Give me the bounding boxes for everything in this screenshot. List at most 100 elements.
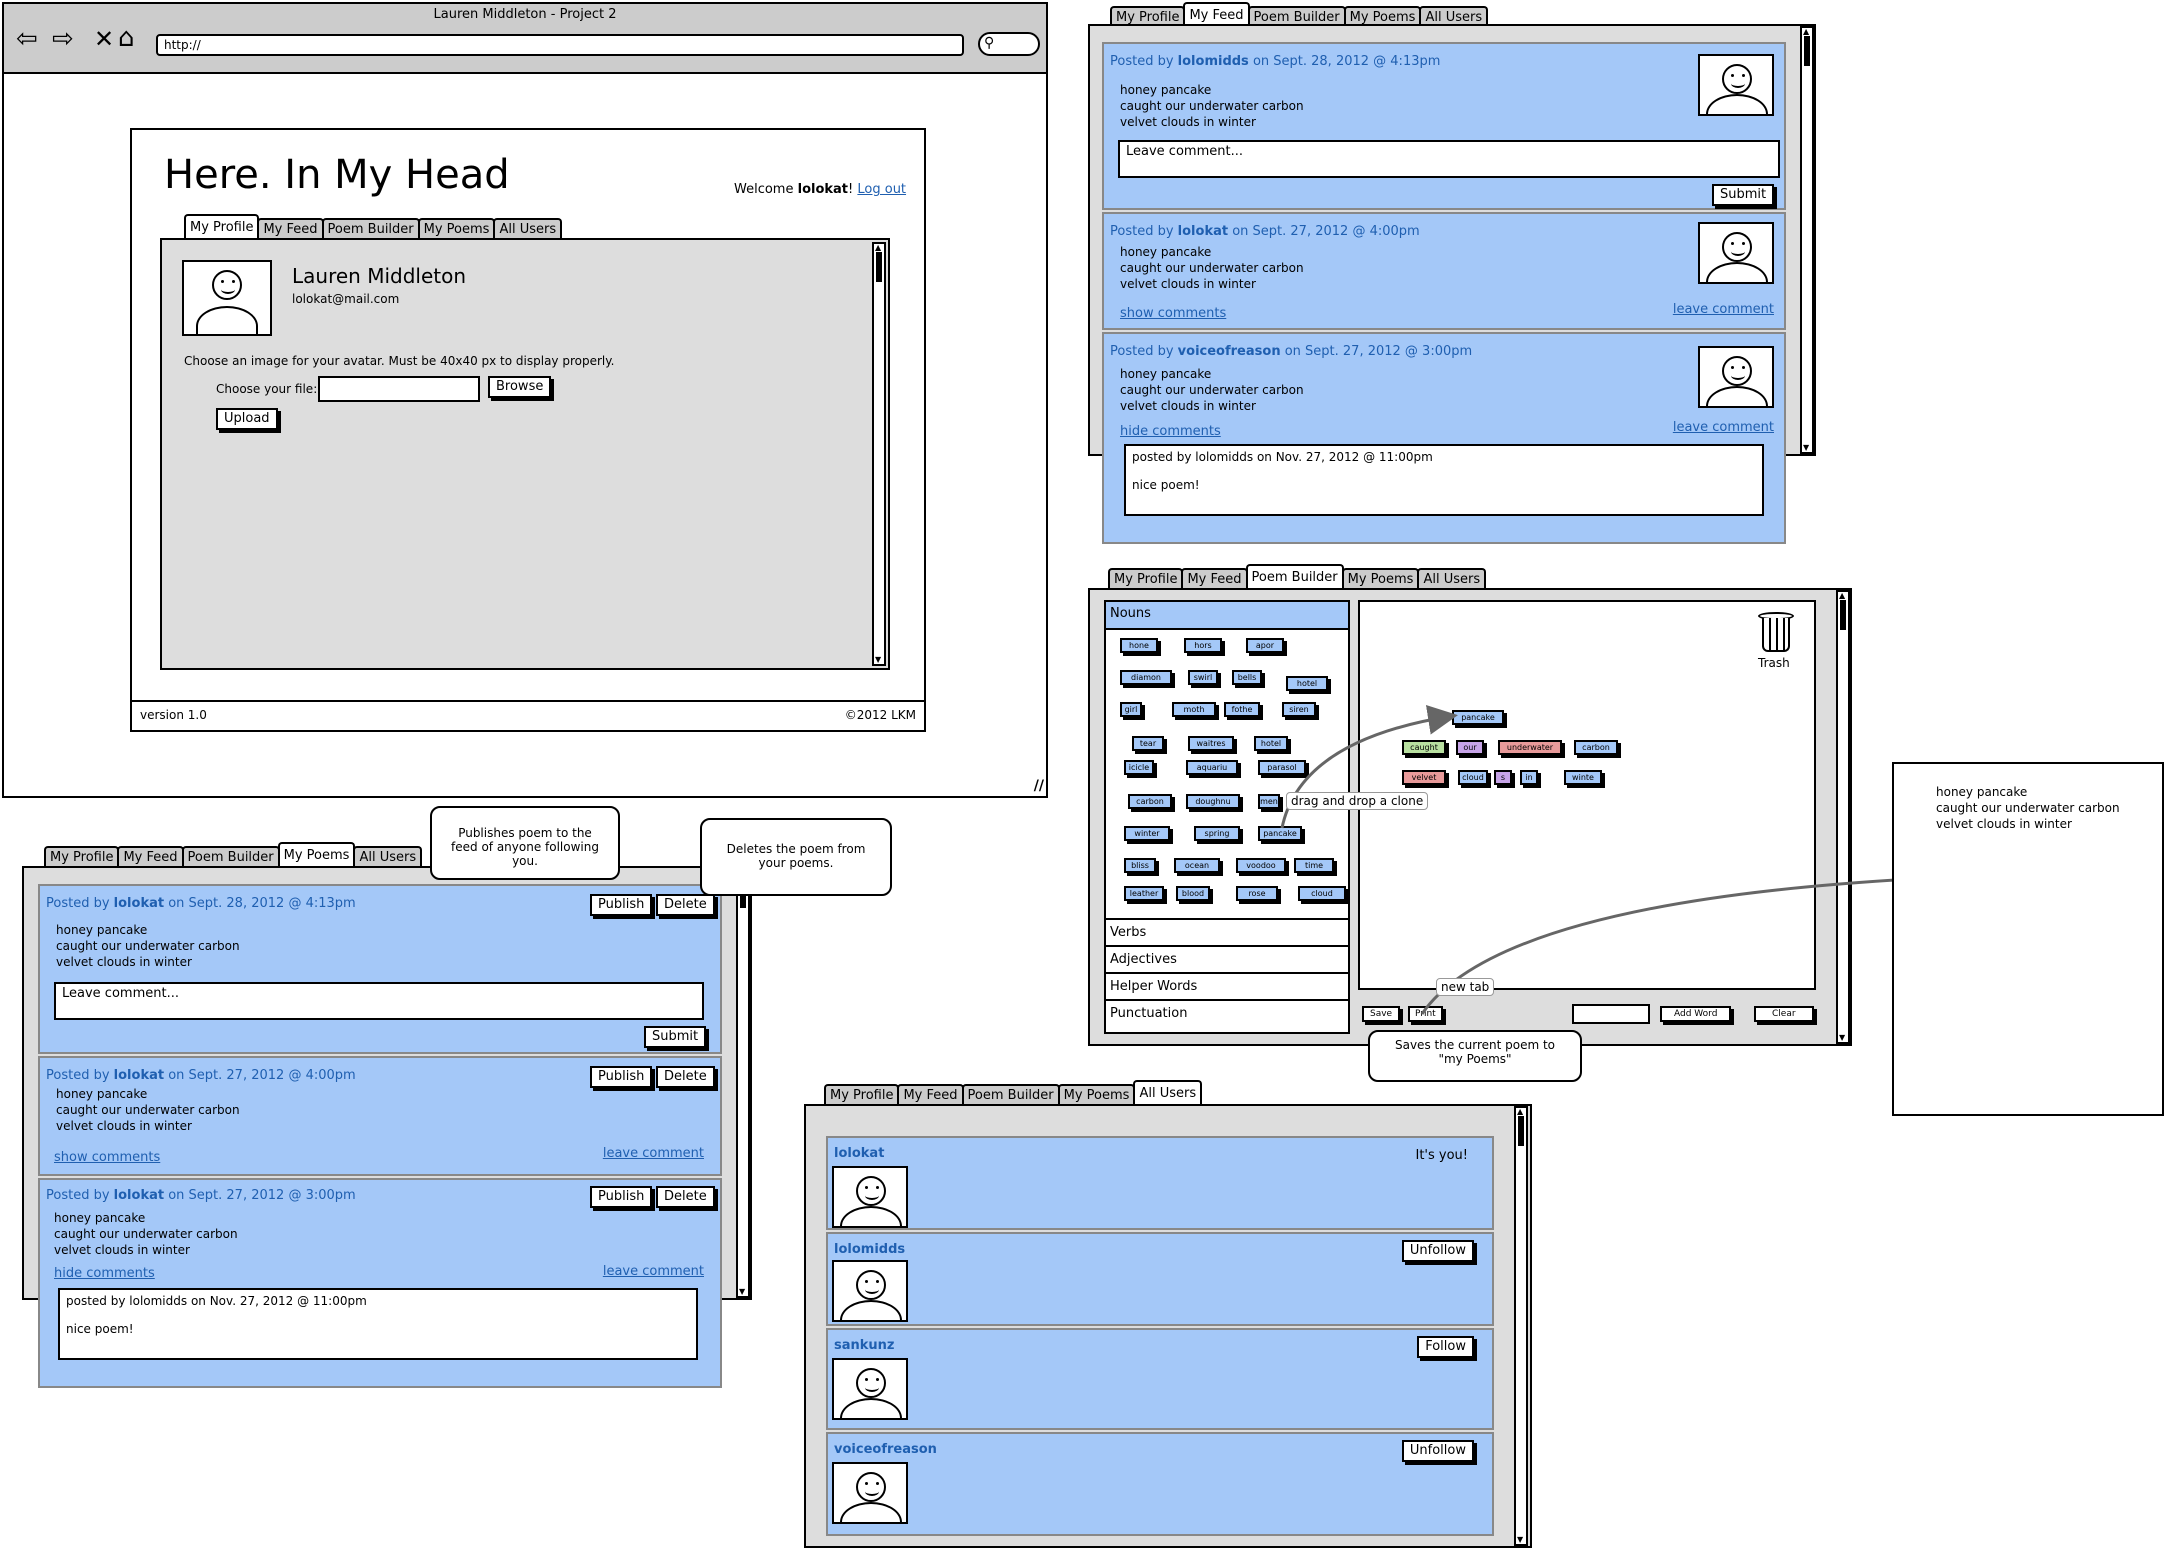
- poem-word-chip[interactable]: cloud: [1458, 770, 1488, 785]
- tab-my-feed[interactable]: My Feed: [1183, 2, 1250, 26]
- noun-word-chip[interactable]: hotel: [1286, 676, 1328, 691]
- noun-word-chip[interactable]: swirl: [1188, 670, 1218, 685]
- hide-comments-link[interactable]: hide comments: [1120, 424, 1221, 439]
- tab-my-poems[interactable]: My Poems: [1343, 6, 1422, 26]
- leave-comment-link[interactable]: leave comment: [1673, 420, 1774, 435]
- noun-word-chip[interactable]: siren: [1282, 702, 1316, 717]
- noun-word-chip[interactable]: ocean: [1174, 858, 1220, 873]
- noun-word-chip[interactable]: carbon: [1128, 794, 1172, 809]
- noun-word-chip[interactable]: rose: [1236, 886, 1278, 901]
- browse-button[interactable]: Browse: [488, 376, 552, 398]
- leave-comment-link[interactable]: leave comment: [603, 1146, 704, 1161]
- category-nouns[interactable]: Nouns: [1106, 602, 1348, 630]
- poem-word-chip[interactable]: s: [1494, 770, 1512, 785]
- noun-word-chip[interactable]: bliss: [1124, 858, 1156, 873]
- search-box[interactable]: ⚲: [978, 32, 1040, 56]
- poem-word-chip[interactable]: velvet: [1402, 770, 1446, 785]
- trash-icon[interactable]: [1758, 612, 1794, 654]
- user-name[interactable]: lolokat: [834, 1146, 884, 1161]
- scroll-down-icon[interactable]: ▼: [875, 656, 883, 664]
- scroll-down-icon[interactable]: ▼: [1517, 1536, 1525, 1544]
- poem-word-chip[interactable]: in: [1520, 770, 1538, 785]
- noun-word-chip[interactable]: spring: [1194, 826, 1240, 841]
- poem-word-chip[interactable]: underwater: [1498, 740, 1562, 755]
- noun-word-chip[interactable]: aquariu: [1186, 760, 1238, 775]
- delete-button[interactable]: Delete: [656, 1186, 715, 1208]
- publish-button[interactable]: Publish: [590, 894, 653, 916]
- submit-button[interactable]: Submit: [1712, 184, 1775, 206]
- url-bar[interactable]: http://: [156, 34, 964, 56]
- resize-grip-icon[interactable]: //: [1034, 778, 1044, 794]
- tab-my-profile[interactable]: My Profile: [184, 214, 260, 238]
- upload-button[interactable]: Upload: [216, 408, 278, 430]
- tab-all-users[interactable]: All Users: [1419, 6, 1489, 26]
- user-name[interactable]: sankunz: [834, 1338, 895, 1353]
- tab-poem-builder[interactable]: Poem Builder: [1245, 564, 1344, 588]
- noun-word-chip[interactable]: bells: [1232, 670, 1262, 685]
- category-punctuation[interactable]: Punctuation: [1106, 1001, 1348, 1028]
- feed-scrollbar[interactable]: ▲ ▼: [1800, 26, 1814, 454]
- publish-button[interactable]: Publish: [590, 1066, 653, 1088]
- save-button[interactable]: Save: [1362, 1006, 1401, 1022]
- print-button[interactable]: Print: [1408, 1006, 1443, 1022]
- tab-all-users[interactable]: All Users: [353, 846, 423, 866]
- noun-word-chip[interactable]: fothe: [1224, 702, 1260, 717]
- forward-icon[interactable]: ⇨: [52, 26, 74, 52]
- noun-word-chip[interactable]: waitres: [1188, 736, 1234, 751]
- scroll-down-icon[interactable]: ▼: [1839, 1034, 1847, 1042]
- mypoems-scrollbar[interactable]: ▲▼: [736, 868, 750, 1298]
- poem-word-chip[interactable]: winte: [1564, 770, 1602, 785]
- noun-word-chip[interactable]: moth: [1172, 702, 1216, 717]
- noun-word-chip[interactable]: hotel: [1254, 736, 1288, 751]
- tab-my-feed[interactable]: My Feed: [257, 218, 324, 238]
- tab-my-profile[interactable]: My Profile: [1110, 6, 1186, 26]
- leave-comment-link[interactable]: leave comment: [1673, 302, 1774, 317]
- users-scrollbar[interactable]: ▲ ▼: [1514, 1106, 1528, 1546]
- publish-button[interactable]: Publish: [590, 1186, 653, 1208]
- noun-word-chip[interactable]: cloud: [1298, 886, 1346, 901]
- tab-poem-builder[interactable]: Poem Builder: [1247, 6, 1346, 26]
- noun-word-chip[interactable]: icicle: [1124, 760, 1154, 775]
- noun-word-chip[interactable]: apor: [1246, 638, 1284, 653]
- tab-my-poems[interactable]: My Poems: [1341, 568, 1420, 588]
- category-adjectives[interactable]: Adjectives: [1106, 947, 1348, 974]
- noun-word-chip[interactable]: leather: [1124, 886, 1164, 901]
- noun-word-chip[interactable]: men: [1258, 794, 1280, 809]
- category-helper-words[interactable]: Helper Words: [1106, 974, 1348, 1001]
- delete-button[interactable]: Delete: [656, 1066, 715, 1088]
- noun-word-chip[interactable]: time: [1294, 858, 1334, 873]
- logout-link[interactable]: Log out: [857, 182, 906, 197]
- profile-scrollbar[interactable]: ▲ ▼: [872, 242, 886, 666]
- clear-button[interactable]: Clear: [1754, 1006, 1814, 1022]
- poem-word-chip[interactable]: caught: [1402, 740, 1446, 755]
- noun-word-chip[interactable]: winter: [1124, 826, 1170, 841]
- tab-my-poems[interactable]: My Poems: [417, 218, 496, 238]
- user-name[interactable]: voiceofreason: [834, 1442, 937, 1457]
- scroll-down-icon[interactable]: ▼: [739, 1288, 747, 1296]
- noun-word-chip[interactable]: pancake: [1258, 826, 1302, 841]
- comment-field[interactable]: Leave comment...: [1118, 140, 1780, 178]
- tab-my-poems[interactable]: My Poems: [1057, 1084, 1136, 1104]
- noun-word-chip[interactable]: voodoo: [1236, 858, 1286, 873]
- leave-comment-link[interactable]: leave comment: [603, 1264, 704, 1279]
- poem-word-chip[interactable]: pancake: [1452, 710, 1504, 725]
- scroll-down-icon[interactable]: ▼: [1803, 444, 1811, 452]
- tab-my-feed[interactable]: My Feed: [897, 1084, 964, 1104]
- tab-poem-builder[interactable]: Poem Builder: [181, 846, 280, 866]
- tab-poem-builder[interactable]: Poem Builder: [321, 218, 420, 238]
- tab-my-feed[interactable]: My Feed: [117, 846, 184, 866]
- scroll-up-icon[interactable]: ▲: [1839, 592, 1847, 600]
- noun-word-chip[interactable]: girl: [1120, 702, 1142, 717]
- comment-field[interactable]: Leave comment...: [54, 982, 704, 1020]
- tab-my-profile[interactable]: My Profile: [824, 1084, 900, 1104]
- unfollow-button[interactable]: Unfollow: [1401, 1240, 1474, 1262]
- tab-my-profile[interactable]: My Profile: [1108, 568, 1184, 588]
- home-icon[interactable]: ⌂: [118, 24, 135, 52]
- unfollow-button[interactable]: Unfollow: [1401, 1440, 1474, 1462]
- noun-word-chip[interactable]: hone: [1120, 638, 1158, 653]
- new-word-input[interactable]: [1572, 1004, 1650, 1024]
- scroll-up-icon[interactable]: ▲: [1803, 28, 1811, 36]
- noun-word-chip[interactable]: blood: [1176, 886, 1210, 901]
- noun-word-chip[interactable]: hors: [1184, 638, 1222, 653]
- hide-comments-link[interactable]: hide comments: [54, 1266, 155, 1281]
